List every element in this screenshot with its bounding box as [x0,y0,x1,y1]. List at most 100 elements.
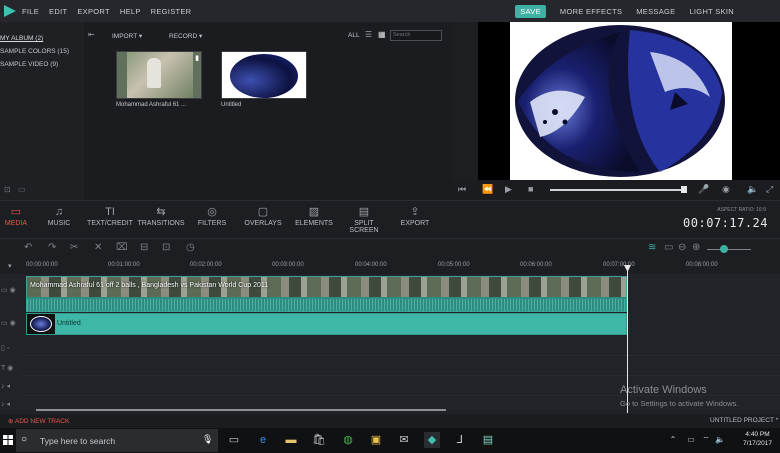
tab-export[interactable]: ⇪ EXPORT [398,201,432,227]
ruler-menu-icon[interactable]: ▾ [8,262,12,270]
delete-icon[interactable]: ✕ [94,242,102,253]
save-button[interactable]: SAVE [515,5,546,18]
taskbar-clock[interactable]: 4:40 PM 7/17/2017 [743,430,772,448]
snapshot-camera-icon[interactable]: ◉ [722,184,730,195]
progress-handle[interactable] [681,186,687,193]
library-item-my-album[interactable]: MY ALBUM (2) [0,32,84,45]
light-skin-button[interactable]: LIGHT SKIN [689,7,734,16]
ruler-tick: 00:03:00:00 [272,262,304,268]
image-clip-thumbnail [27,314,55,334]
trash-icon[interactable]: ⌧ [116,242,128,253]
app-icon-2[interactable]: ▤ [480,432,496,448]
image-icon: ▨ [308,206,320,218]
skip-back-icon[interactable]: ⏮ [458,184,466,195]
step-back-icon[interactable]: ⏪ [482,184,493,195]
microphone-icon[interactable]: 🎙 [202,434,213,445]
file-explorer-icon[interactable]: ▬ [283,432,299,448]
paint-icon[interactable]: ▣ [368,432,384,448]
timeline-lane[interactable] [22,356,780,376]
store-icon[interactable]: 🛍 [311,432,327,448]
library-sidebar: MY ALBUM (2) SAMPLE COLORS (15) SAMPLE V… [0,22,84,200]
eye-icon[interactable]: ◉ [10,287,16,294]
volume-icon[interactable]: 🔈 [712,432,728,448]
redo-icon[interactable]: ↷ [48,242,56,253]
audio-waveform [27,299,626,311]
tab-split-screen[interactable]: ▤ SPLIT SCREEN [340,201,388,234]
microphone-icon[interactable]: 🎤 [698,184,709,195]
filter-all[interactable]: ALL [348,32,360,39]
media-thumbnail-video[interactable]: ▮ [116,51,202,99]
folder-icon[interactable]: ▭ [18,185,26,194]
audio-mixer-icon[interactable]: ≋ [648,242,656,253]
library-item-sample-video[interactable]: SAMPLE VIDEO (9) [0,58,84,71]
message-button[interactable]: MESSAGE [636,7,675,16]
folder-icon: ▭ [10,206,22,218]
image-clip[interactable]: Untitled [26,313,627,335]
menu-export[interactable]: EXPORT [77,7,110,16]
tab-overlays[interactable]: ▢ OVERLAYS [243,201,283,227]
back-arrow-icon[interactable]: ⇤ [88,30,95,39]
import-dropdown[interactable]: IMPORT ▾ [112,32,142,40]
speaker-icon[interactable]: ◂ [6,401,10,408]
grid-view-icon[interactable]: ▦ [378,30,386,39]
timeline-scrollbar[interactable] [36,409,446,411]
eye-icon[interactable]: ◉ [7,365,13,372]
edge-browser-icon[interactable]: e [255,432,271,448]
menu-register[interactable]: REGISTER [151,7,192,16]
fullscreen-icon[interactable]: ⤢ [766,184,773,195]
library-item-sample-colors[interactable]: SAMPLE COLORS (15) [0,45,84,58]
volume-icon[interactable]: 🔈 [747,184,758,195]
tab-media[interactable]: ▭ MEDIA [4,201,28,227]
cut-icon[interactable]: ✂ [70,242,78,253]
app-icon[interactable]: ⅃ [452,432,468,448]
taskbar-search[interactable]: ○ Type here to search 🎙 [16,429,218,452]
zoom-slider-handle[interactable] [720,245,728,253]
tab-text-credit[interactable]: TI TEXT/CREDIT [86,201,134,227]
playback-bar: ⏮ ⏪ ▶ ■ 🎤 ◉ 🔈 ⤢ [452,180,780,200]
stop-icon[interactable]: ■ [528,184,533,194]
video-track-icon: ▭ [1,287,8,294]
play-icon[interactable]: ▶ [505,184,512,195]
image-track-header: ▭ ◉ [0,319,22,327]
task-view-icon[interactable]: ▭ [226,432,242,448]
eye-icon[interactable]: ◉ [10,320,16,327]
ruler-tick: 00:00:00:00 [26,262,58,268]
tab-elements[interactable]: ▨ ELEMENTS [294,201,334,227]
timeline-ruler[interactable]: ▾ 00:00:00:00 00:01:00:00 00:02:00:00 00… [0,258,780,274]
menu-edit[interactable]: EDIT [49,7,67,16]
windows-start-button[interactable] [0,428,16,453]
add-folder-icon[interactable]: ⊡ [4,185,11,194]
list-view-icon[interactable]: ☰ [365,30,372,39]
chrome-icon[interactable]: ◍ [340,432,356,448]
video-clip[interactable]: Mohammad Ashraful 61 off 2 balls , Bangl… [26,276,627,312]
ruler-tick: 00:06:00:00 [520,262,552,268]
timeline-lane[interactable] [22,336,780,356]
lock-icon[interactable]: ▫ [7,345,9,352]
record-dropdown[interactable]: RECORD ▾ [169,32,202,40]
search-input[interactable]: Search [390,30,442,41]
add-track-button[interactable]: ⊕ ADD NEW TRACK [8,417,69,425]
zoom-fit-icon[interactable]: ▭ [664,242,673,253]
zoom-out-icon[interactable]: ⊖ [678,242,686,253]
more-effects-button[interactable]: MORE EFFECTS [560,7,622,16]
undo-icon[interactable]: ↶ [24,242,32,253]
media-label-image: Untitled [221,102,242,108]
chevron-up-icon[interactable]: ⌃ [665,432,681,448]
media-thumbnail-image[interactable] [221,51,307,99]
speaker-icon[interactable]: ◂ [6,383,10,390]
zoom-slider[interactable] [707,249,751,250]
mail-icon[interactable]: ✉ [396,432,412,448]
menu-help[interactable]: HELP [120,7,141,16]
tab-transitions[interactable]: ⇆ TRANSITIONS [136,201,186,227]
progress-track[interactable] [550,189,684,191]
filmora-app-icon[interactable]: ◆ [424,432,440,448]
activate-windows-title: Activate Windows [620,384,707,396]
menu-file[interactable]: FILE [22,7,39,16]
clock-icon[interactable]: ◷ [186,242,195,253]
tab-filters[interactable]: ◎ FILTERS [196,201,228,227]
crop-icon[interactable]: ⊟ [140,242,148,253]
zoom-in-icon[interactable]: ⊕ [692,242,700,253]
snapshot-icon[interactable]: ⊡ [162,242,170,253]
battery-icon[interactable]: ▭ [683,432,699,448]
tab-music[interactable]: ♫ MUSIC [44,201,74,227]
